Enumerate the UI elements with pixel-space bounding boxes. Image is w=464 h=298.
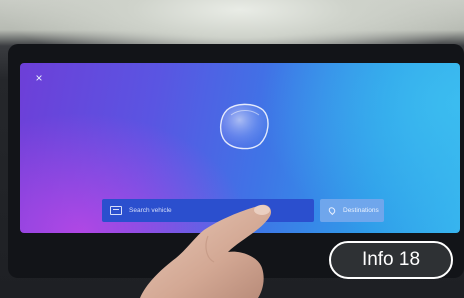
info-badge: Info 18 — [329, 241, 453, 279]
